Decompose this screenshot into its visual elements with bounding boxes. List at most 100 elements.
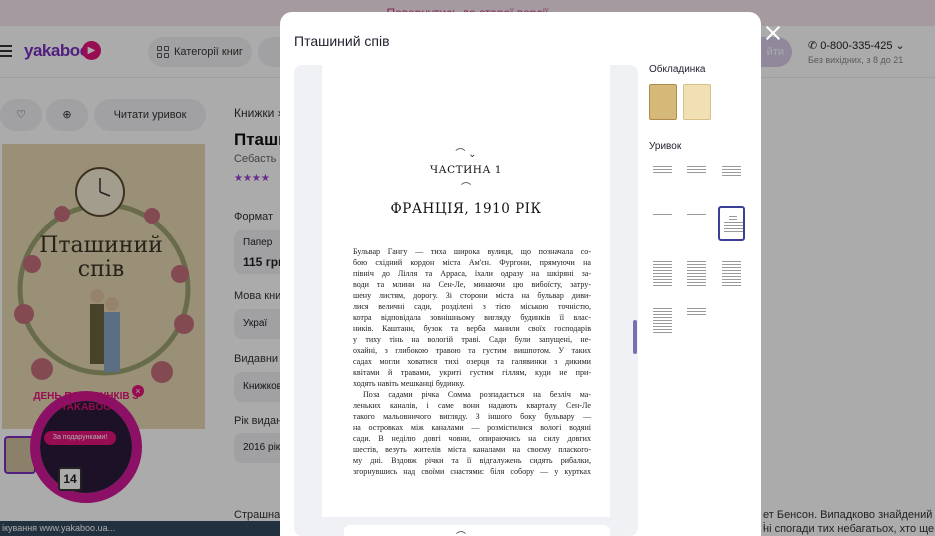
page-text-line: у тиху тінь на вологій траві. Сади були … [353, 335, 591, 344]
thumbnail-line [722, 172, 741, 173]
thumbnail-line [722, 175, 741, 176]
excerpt-section-title: Уривок [649, 141, 682, 152]
excerpt-page-thumbnail[interactable] [718, 158, 745, 193]
thumbnail-line [722, 273, 741, 274]
thumbnail-line [724, 225, 743, 226]
thumbnail-line [687, 282, 706, 283]
thumbnail-line [722, 264, 741, 265]
page-text-line: ників. Каштани, бузок та верба манили св… [353, 324, 591, 333]
thumbnail-line [687, 166, 706, 167]
part-heading: ЧАСТИНА 1 [430, 164, 502, 176]
bird-ornament-icon: ⌒ [461, 183, 471, 194]
thumbnail-line [722, 261, 741, 262]
thumbnail-line [653, 323, 672, 324]
thumbnail-line [687, 273, 706, 274]
thumbnail-line [724, 228, 743, 229]
thumbnail-line [653, 169, 672, 170]
excerpt-page-thumbnail[interactable] [683, 300, 710, 335]
cover-thumbnail-front[interactable] [649, 84, 677, 120]
excerpt-modal: Пташиний спів ⌒ ⌄ ЧАСТИНА 1 ⌒ ФРАНЦІЯ, 1… [280, 12, 761, 536]
thumbnail-line [687, 279, 706, 280]
book-page: ⌒ ⌄ ЧАСТИНА 1 ⌒ ФРАНЦІЯ, 1910 РІК Бульва… [322, 65, 610, 517]
thumbnail-line [653, 214, 672, 215]
thumbnail-line [722, 285, 741, 286]
thumbnail-line [653, 279, 672, 280]
thumbnail-line [722, 267, 741, 268]
thumbnail-line [722, 276, 741, 277]
page-viewer[interactable]: ⌒ ⌄ ЧАСТИНА 1 ⌒ ФРАНЦІЯ, 1910 РІК Бульва… [294, 65, 638, 536]
thumbnail-line [724, 222, 743, 223]
page-text-line: квітами й травами, укриті густим гіллям,… [353, 368, 591, 377]
thumbnail-line [653, 273, 672, 274]
thumbnail-line [687, 311, 706, 312]
thumbnail-line [653, 329, 672, 330]
excerpt-page-thumbnail[interactable] [683, 158, 710, 193]
thumbnail-line [653, 317, 672, 318]
cover-section-title: Обкладинка [649, 64, 706, 75]
thumbnail-line [653, 320, 672, 321]
page-text-line: лися величні сади, розділені з тією місь… [353, 302, 591, 311]
thumbnail-line [653, 261, 672, 262]
thumbnail-line [687, 276, 706, 277]
page-text-line: на островках між каналами — розмістилися… [353, 423, 591, 432]
thumbnail-line [653, 282, 672, 283]
page-text: Бульвар Гангу — тиха широка вулиця, що п… [353, 246, 591, 477]
thumbnail-line [653, 311, 672, 312]
thumbnail-line [724, 231, 743, 232]
thumbnail-line [687, 261, 706, 262]
thumbnail-line [722, 282, 741, 283]
page-text-line: му дні. Вздовж річки та її відгалужень с… [353, 456, 591, 465]
thumbnail-line [687, 172, 706, 173]
thumbnail-line [729, 216, 737, 217]
thumbnail-line [653, 264, 672, 265]
excerpt-page-thumbnail[interactable] [649, 253, 676, 288]
page-text-line: садах могли ховатися тихі озерця та галя… [353, 357, 591, 366]
thumbnail-line [687, 308, 706, 309]
thumbnail-line [653, 267, 672, 268]
excerpt-page-thumbnail[interactable] [683, 206, 710, 241]
thumbnail-line [653, 332, 672, 333]
bird-ornament-icon: ⌒ ⌄ [455, 149, 477, 160]
page-text-line: ходять навіть мешканці будинку. [353, 379, 465, 388]
page-text-line: шену листям, дорогу. Зі сторони міста на… [353, 291, 591, 300]
thumbnail-line [653, 166, 672, 167]
thumbnail-line [687, 214, 706, 215]
thumbnail-line [722, 270, 741, 271]
chapter-heading: ФРАНЦІЯ, 1910 РІК [390, 201, 542, 217]
page-text-line: такого мальовничого вигляду. З іншого бо… [353, 412, 591, 421]
page-text-line: котра відповідала зовнішньому вигляду бу… [353, 313, 591, 322]
thumbnail-line [687, 285, 706, 286]
bird-ornament-icon: ⌒⌄ [456, 528, 474, 536]
page-text-line: Поза садами річка Сомма розпадається на … [363, 390, 591, 399]
page-text-line: північ до Лілля та Арраса, їхали одразу … [353, 269, 591, 278]
thumbnail-line [722, 169, 741, 170]
thumbnail-line [722, 279, 741, 280]
excerpt-page-thumbnail[interactable] [683, 253, 710, 288]
excerpt-page-thumbnail[interactable] [649, 158, 676, 193]
next-page: ⌒⌄ [344, 525, 610, 536]
thumbnail-line [653, 285, 672, 286]
close-icon[interactable] [764, 24, 782, 42]
cover-thumbnail-back[interactable] [683, 84, 711, 120]
page-text-line: леньких каналів, і саме вони надають ква… [353, 401, 591, 410]
thumbnail-line [653, 270, 672, 271]
thumbnail-line [653, 172, 672, 173]
page-text-line: води та млини на Сен-Ле, минаючи цю вибо… [353, 280, 591, 289]
thumbnail-line [687, 264, 706, 265]
thumbnail-line [687, 270, 706, 271]
excerpt-page-thumbnail[interactable] [649, 206, 676, 241]
viewer-scrollbar[interactable] [633, 320, 637, 354]
excerpt-page-thumbnail[interactable] [718, 206, 745, 241]
page-text-line: згорнувшись над своїми снастями: біля со… [353, 467, 591, 476]
thumbnail-line [653, 314, 672, 315]
excerpt-page-thumbnail[interactable] [718, 253, 745, 288]
thumbnail-line [653, 326, 672, 327]
page-text-line: шестів, везуть жителів міста каналами на… [353, 445, 591, 454]
thumbnail-line [722, 166, 741, 167]
thumbnail-line [687, 267, 706, 268]
thumbnail-line [729, 219, 737, 220]
excerpt-page-thumbnail[interactable] [649, 300, 676, 335]
modal-title: Пташиний спів [294, 33, 390, 49]
thumbnail-line [687, 314, 706, 315]
thumbnail-line [653, 276, 672, 277]
